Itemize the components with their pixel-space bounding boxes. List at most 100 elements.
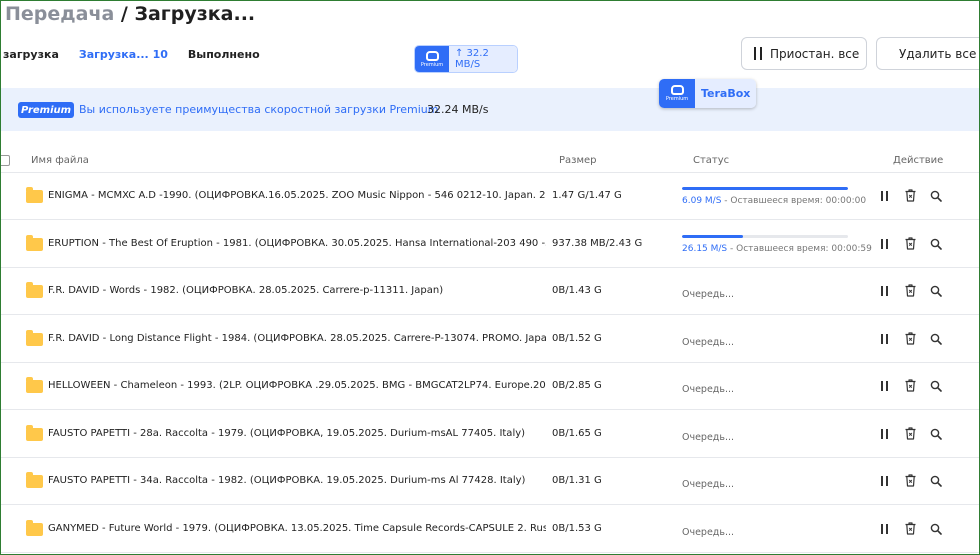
file-name: FAUSTO PAPETTI - 34a. Raccolta - 1982. (… [48,475,526,486]
file-name: FAUSTO PAPETTI - 28a. Raccolta - 1979. (… [48,427,526,439]
breadcrumb-current: Загрузка... [134,3,256,25]
queued-status: Очередь... [682,431,735,443]
column-header-action: Действие [893,155,944,166]
folder-icon [26,187,43,203]
trash-icon[interactable] [905,189,916,202]
file-size: 0B/2.85 G [552,380,602,391]
download-progress-bar [682,234,848,238]
transfer-window: Передача / Загрузка... загрузка Загрузка… [0,0,980,555]
progress-fill [682,187,848,190]
breadcrumb-separator: / [114,3,135,25]
trash-icon[interactable] [905,331,916,345]
folder-icon [26,519,43,536]
table-row[interactable]: HELLOWEEN - Chameleon - 1993. (2LP. ОЦИФ… [1,363,979,410]
file-size: 0B/1.52 G [552,332,602,344]
download-progress-bar [682,187,848,190]
select-all-checkbox[interactable] [1,155,10,166]
transfer-tabs: загрузка Загрузка... 10 Выполнено [3,48,260,61]
queued-status: Очередь... [682,526,735,538]
search-icon[interactable] [930,285,942,297]
pause-all-label: Приостан. все [770,46,860,61]
column-header-name[interactable]: Имя файла [31,155,89,166]
file-name: F.R. DAVID - Long Distance Flight - 1984… [48,332,546,344]
premium-badge: Premium [18,102,74,118]
tab-completed[interactable]: Выполнено [188,48,260,61]
trash-icon[interactable] [905,474,916,487]
table-row[interactable]: ERUPTION - The Best Of Eruption - 1981. … [1,221,979,268]
file-name: HELLOWEEN - Chameleon - 1993. (2LP. ОЦИФ… [48,380,546,391]
file-size: 937.38 MB/2.43 G [552,237,643,249]
breadcrumb-root[interactable]: Передача [5,3,114,25]
file-name: ENIGMA - MCMXC A.D -1990. (ОЦИФРОВКА.16.… [48,190,546,201]
search-icon[interactable] [930,190,942,202]
file-size: 0B/1.43 G [552,285,602,296]
pause-icon[interactable] [881,476,891,487]
file-name: ERUPTION - The Best Of Eruption - 1981. … [48,237,546,249]
folder-icon [26,377,43,393]
terabox-name: TeraBox [695,79,756,108]
tab-upload[interactable]: загрузка [3,48,59,61]
column-header-status: Статус [693,155,730,166]
file-size: 1.47 G/1.47 G [552,190,622,201]
delete-all-button[interactable]: Удалить все [876,37,979,70]
premium-banner-text: Вы используете преимущества скоростной з… [79,103,439,116]
time-remaining: - Оставшееся время: 00:00:59 [727,243,872,254]
table-row[interactable]: F.R. DAVID - Words - 1982. (ОЦИФРОВКА. 2… [1,268,979,315]
logo-caption: Premium [420,61,444,68]
file-name: GANYMED - Future World - 1979. (ОЦИФРОВК… [48,522,546,534]
file-size: 0B/1.53 G [552,522,602,534]
file-size: 0B/1.31 G [552,475,602,486]
search-icon[interactable] [930,523,942,535]
pause-icon[interactable] [881,333,891,345]
table-row[interactable]: F.R. DAVID - Long Distance Flight - 1984… [1,316,979,363]
tab-downloading[interactable]: Загрузка... 10 [79,48,168,61]
column-header-size[interactable]: Размер [559,155,597,166]
file-size: 0B/1.65 G [552,427,602,439]
search-icon[interactable] [930,238,942,250]
pause-icon[interactable] [881,191,891,202]
table-row[interactable]: FAUSTO PAPETTI - 34a. Raccolta - 1982. (… [1,458,979,505]
table-row[interactable]: FAUSTO PAPETTI - 28a. Raccolta - 1979. (… [1,411,979,458]
pause-icon[interactable] [881,238,891,250]
download-speed: 26.15 M/S [682,243,728,254]
speed-indicator[interactable]: Premium ↑ 32.2 MB/S [414,45,518,73]
search-icon[interactable] [930,380,942,392]
pause-icon[interactable] [881,428,891,440]
pause-icon[interactable] [881,381,891,392]
delete-all-label: Удалить все [899,46,977,61]
terabox-logo-icon: Premium [415,46,449,72]
logo-caption: Premium [665,96,689,102]
pause-icon [754,47,762,60]
folder-icon [26,329,43,346]
queued-status: Очередь... [682,479,735,490]
download-speed: 6.09 M/S [682,196,722,206]
queued-status: Очередь... [682,384,735,395]
folder-icon [26,472,43,488]
file-name: F.R. DAVID - Words - 1982. (ОЦИФРОВКА. 2… [48,285,444,296]
trash-icon[interactable] [905,236,916,250]
trash-icon[interactable] [905,284,916,297]
premium-banner-speed: 32.24 MB/s [427,103,489,116]
pause-icon[interactable] [881,523,891,535]
search-icon[interactable] [930,475,942,487]
table-row[interactable]: GANYMED - Future World - 1979. (ОЦИФРОВК… [1,506,979,553]
progress-fill [682,234,744,238]
folder-icon [26,234,43,251]
time-remaining: - Оставшееся время: 00:00:00 [721,196,867,206]
speed-value: ↑ 32.2 MB/S [449,46,517,72]
table-row[interactable]: ENIGMA - MCMXC A.D -1990. (ОЦИФРОВКА.16.… [1,173,979,220]
folder-icon [26,424,43,441]
terabox-logo-icon: Premium [659,79,695,108]
search-icon[interactable] [930,333,942,345]
trash-icon[interactable] [905,521,916,535]
pause-all-button[interactable]: Приостан. все [741,37,867,70]
search-icon[interactable] [930,428,942,440]
queued-status: Очередь... [682,336,735,348]
download-status: 6.09 M/S - Оставшееся время: 00:00:00 [682,196,866,206]
terabox-widget[interactable]: Premium TeraBox [659,79,756,108]
folder-icon [26,282,43,298]
trash-icon[interactable] [905,379,916,392]
queued-status: Очередь... [682,289,735,300]
pause-icon[interactable] [881,286,891,297]
trash-icon[interactable] [905,426,916,440]
